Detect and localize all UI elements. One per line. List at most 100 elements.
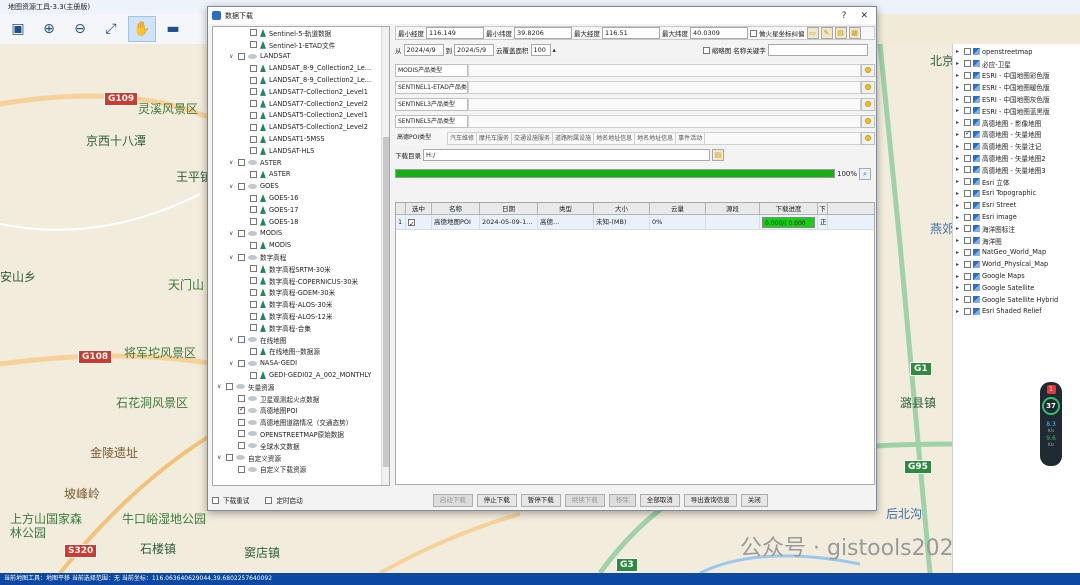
tree-scrollbar[interactable] [381,27,389,485]
expand-toggle-icon[interactable]: ∨ [217,383,223,390]
poi-tab[interactable]: 摩托车服务 [477,132,513,144]
from-date[interactable]: 2024/4/9 [403,44,444,56]
expand-icon[interactable]: ▸ [956,308,962,315]
network-speed-widget[interactable]: 1 37 8.3 K/s 9.6 K/s [1040,382,1062,466]
draw-extent-icon[interactable]: ▭ [806,27,819,39]
tree-item[interactable]: GEDI-GEDI02_A_002_MONTHLY [213,369,389,381]
tree-checkbox[interactable] [238,182,245,190]
layer-checkbox[interactable] [964,60,971,68]
layer-item[interactable]: ▸ 高德地图 - 矢量地图3 [953,164,1080,176]
product-type-button[interactable] [861,97,875,111]
expand-icon[interactable]: ▸ [956,96,962,103]
tree-checkbox[interactable] [238,52,245,60]
min-lon-input[interactable]: 116.149 [426,27,484,39]
layer-item[interactable]: ▸ Google Satellite Hybrid [953,294,1080,306]
tree-item[interactable]: ∨ NASA-GEDI [213,357,389,369]
timer-checkbox[interactable] [265,496,273,504]
expand-icon[interactable]: ▸ [956,273,962,280]
download-grid[interactable]: 选中名称日期类型大小云量源段下载进度下 1 高德地图POI2024-05-09-1… [395,202,875,485]
pan-hand-icon[interactable]: ✋ [128,16,156,42]
layer-checkbox[interactable] [964,189,971,197]
product-type-button[interactable] [861,114,875,128]
tree-checkbox[interactable] [250,111,257,119]
tree-item[interactable]: 卫星观测起火点数据 [213,393,389,405]
poi-tab[interactable]: 地名地址信息 [635,132,677,144]
tree-checkbox[interactable] [250,88,257,96]
layer-item[interactable]: ▸ Esri Shaded Relief [953,306,1080,318]
tree-checkbox[interactable] [250,135,257,143]
layer-checkbox[interactable] [964,95,971,103]
zoom-out-icon[interactable]: ⊖ [66,16,94,42]
column-header[interactable]: 名称 [432,203,480,214]
layer-checkbox[interactable] [964,260,971,268]
tree-item[interactable]: LANDSAT7-Collection2_Level1 [213,86,389,98]
expand-icon[interactable]: ▸ [956,225,962,232]
resource-tree[interactable]: Sentinel-5-轨道数据 Sentinel-1-ETAD文件 ∨ LANDSAT… [212,26,390,486]
layer-item[interactable]: ▸ Esri Topographic [953,188,1080,200]
tree-checkbox[interactable] [250,300,257,308]
tree-item[interactable]: Sentinel-1-ETAD文件 [213,39,389,51]
column-header[interactable]: 下 [818,203,828,214]
column-header[interactable]: 大小 [594,203,650,214]
tree-item[interactable]: ∨ ASTER [213,157,389,169]
layer-checkbox[interactable] [964,272,971,280]
tree-item[interactable]: LANDSAT-HLS [213,145,389,157]
expand-icon[interactable]: ▸ [956,72,962,79]
layer-item[interactable]: ▸ 海洋图 [953,235,1080,247]
expand-icon[interactable]: ▸ [956,131,962,138]
layer-checkbox[interactable] [964,166,971,174]
layer-checkbox[interactable] [964,237,971,245]
expand-toggle-icon[interactable]: ∨ [229,183,235,190]
expand-icon[interactable]: ▸ [956,261,962,268]
tree-item[interactable]: 全球水文数据 [213,440,389,452]
retry-checkbox[interactable] [212,496,219,504]
tree-item[interactable]: OPENSTREETMAP原始数据 [213,428,389,440]
expand-icon[interactable]: ▸ [956,190,962,197]
expand-icon[interactable]: ▸ [956,202,962,209]
expand-icon[interactable]: ▸ [956,143,962,150]
tree-checkbox[interactable] [250,29,257,37]
table-row[interactable]: 1 高德地图POI2024-05-09-1...高德...未知-(MB)0% 0.0… [396,215,874,230]
layer-item[interactable]: ▸ ESRI - 中国地图彩色版 [953,70,1080,82]
layer-item[interactable]: ▸ World_Physical_Map [953,258,1080,270]
column-header[interactable]: 云量 [650,203,706,214]
to-date[interactable]: 2024/5/9 [454,44,494,56]
expand-icon[interactable]: ▸ [956,284,962,291]
action-button[interactable]: 启动下载 [432,493,473,507]
tree-item[interactable]: 在线地图--数据源 [213,346,389,358]
expand-icon[interactable]: ▸ [956,107,962,114]
layer-item[interactable]: ▸ 必应-卫星 [953,58,1080,70]
scroll-thumb[interactable] [383,137,389,467]
tree-checkbox[interactable] [238,405,245,414]
tree-item[interactable]: ∨ MODIS [213,228,389,240]
layer-checkbox[interactable] [964,225,971,233]
action-button[interactable]: 继续下载 [564,493,605,507]
tree-checkbox[interactable] [250,277,257,285]
download-dir-input[interactable]: H:/ [423,149,710,161]
expand-icon[interactable]: ▸ [956,84,962,91]
expand-toggle-icon[interactable]: ∨ [229,254,235,261]
tree-checkbox[interactable] [250,170,257,178]
tree-checkbox[interactable] [238,418,245,426]
expand-icon[interactable]: ▸ [956,48,962,55]
layer-checkbox[interactable] [964,48,971,56]
layer-item[interactable]: ▸ 高德地图 - 矢量注记 [953,140,1080,152]
tree-checkbox[interactable] [250,347,257,355]
layer-item[interactable]: ▸ Esri 立体 [953,176,1080,188]
layer-checkbox[interactable] [964,284,971,292]
layer-item[interactable]: ▸ Google Maps [953,270,1080,282]
select-cell[interactable] [406,215,432,229]
expand-toggle-icon[interactable]: ∨ [229,360,235,367]
layer-checkbox[interactable] [964,201,971,209]
layer-checkbox[interactable] [964,213,971,221]
tree-checkbox[interactable] [250,76,257,84]
tree-checkbox[interactable] [250,41,257,49]
action-button[interactable]: 导出查询信息 [683,493,737,507]
tree-item[interactable]: GOES-17 [213,204,389,216]
tree-item[interactable]: 数字高程SRTM-30米 [213,263,389,275]
tree-checkbox[interactable] [250,218,257,226]
layer-checkbox[interactable] [964,307,971,315]
close-button[interactable]: ✕ [860,11,868,21]
product-type-field[interactable] [468,80,861,94]
expand-icon[interactable]: ▸ [956,119,962,126]
